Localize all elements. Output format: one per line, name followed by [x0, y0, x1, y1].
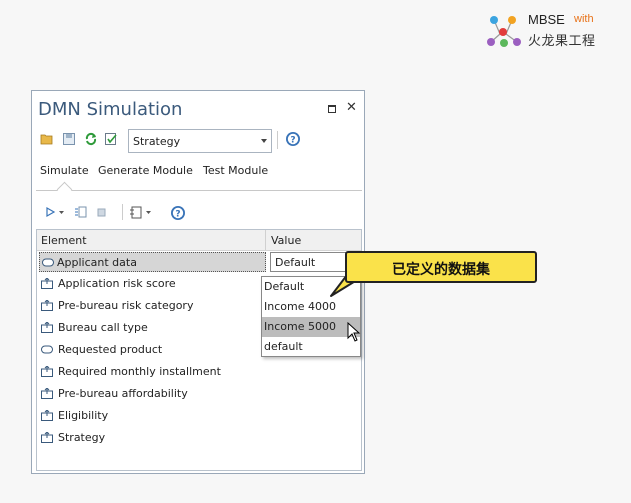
help-icon[interactable]: ?: [285, 131, 301, 147]
row-label: Application risk score: [58, 277, 176, 290]
grid-row[interactable]: Required monthly installment: [41, 362, 361, 382]
dropdown-option-label: Income 4000: [264, 300, 336, 313]
run-simulation-icon[interactable]: [44, 205, 66, 219]
open-folder-icon[interactable]: [40, 132, 54, 146]
decision-icon: [41, 388, 53, 399]
mouse-cursor-icon: [347, 322, 361, 342]
decision-icon: [41, 432, 53, 443]
dropdown-option-label: default: [264, 340, 303, 353]
column-header-element[interactable]: Element: [41, 234, 87, 247]
input-data-icon: [41, 345, 53, 354]
toolbar-divider: [122, 204, 123, 220]
svg-text:?: ?: [175, 210, 180, 220]
data-set-icon[interactable]: [129, 205, 153, 219]
dropdown-option-highlighted[interactable]: Income 5000: [262, 317, 360, 337]
callout-text: 已定义的数据集: [392, 262, 490, 278]
active-tab-indicator: [56, 181, 73, 198]
stop-icon[interactable]: [94, 205, 108, 219]
row-label: Strategy: [58, 431, 106, 444]
tab-test-module[interactable]: Test Module: [203, 164, 268, 177]
value-cell-select[interactable]: Default: [270, 252, 352, 272]
logo-with-text: with: [574, 13, 594, 25]
maximize-button[interactable]: [328, 105, 336, 113]
decision-select[interactable]: Strategy: [128, 129, 272, 153]
row-label: Pre-bureau affordability: [58, 387, 188, 400]
grid-row[interactable]: Pre-bureau affordability: [41, 384, 361, 404]
column-header-value[interactable]: Value: [271, 234, 301, 247]
grid-row[interactable]: Eligibility: [41, 406, 361, 426]
annotation-callout: 已定义的数据集: [345, 251, 537, 283]
logo-brand-text: MBSE: [528, 12, 565, 27]
window-title: DMN Simulation: [38, 99, 183, 120]
row-label: Applicant data: [57, 256, 137, 269]
brand-logo: MBSE with 火龙果工程: [486, 12, 616, 50]
grid-header: Element Value: [37, 230, 361, 251]
row-label: Requested product: [58, 343, 163, 356]
value-cell-text: Default: [275, 256, 316, 269]
tab-divider: [36, 190, 362, 191]
validate-icon[interactable]: [104, 132, 118, 146]
input-data-icon: [42, 258, 54, 267]
toolbar-divider: [277, 131, 278, 149]
dropdown-option[interactable]: Income 4000: [262, 297, 360, 317]
decision-icon: [41, 410, 53, 421]
dropdown-option[interactable]: default: [262, 337, 360, 357]
grid-row[interactable]: Applicant data: [39, 252, 266, 272]
step-list-icon[interactable]: [74, 205, 88, 219]
dropdown-option-label: Default: [264, 280, 305, 293]
row-label: Pre-bureau risk category: [58, 299, 194, 312]
logo-subtitle-text: 火龙果工程: [528, 34, 596, 49]
close-button[interactable]: ✕: [346, 100, 357, 115]
chevron-down-icon: [261, 139, 267, 143]
tab-simulate[interactable]: Simulate: [40, 164, 89, 177]
svg-text:?: ?: [290, 136, 295, 146]
help-icon[interactable]: ?: [170, 205, 186, 221]
decision-icon: [41, 300, 53, 311]
decision-icon: [41, 322, 53, 333]
decision-icon: [41, 366, 53, 377]
grid-row[interactable]: Strategy: [41, 428, 361, 448]
dropdown-option-label: Income 5000: [264, 320, 336, 333]
decision-select-value: Strategy: [133, 135, 181, 148]
row-label: Bureau call type: [58, 321, 148, 334]
column-separator[interactable]: [265, 230, 266, 250]
row-label: Eligibility: [58, 409, 109, 422]
refresh-icon[interactable]: [84, 132, 98, 146]
decision-icon: [41, 278, 53, 289]
tab-generate-module[interactable]: Generate Module: [98, 164, 193, 177]
logo-graph-icon: [487, 16, 521, 47]
row-label: Required monthly installment: [58, 365, 221, 378]
save-icon[interactable]: [62, 132, 76, 146]
